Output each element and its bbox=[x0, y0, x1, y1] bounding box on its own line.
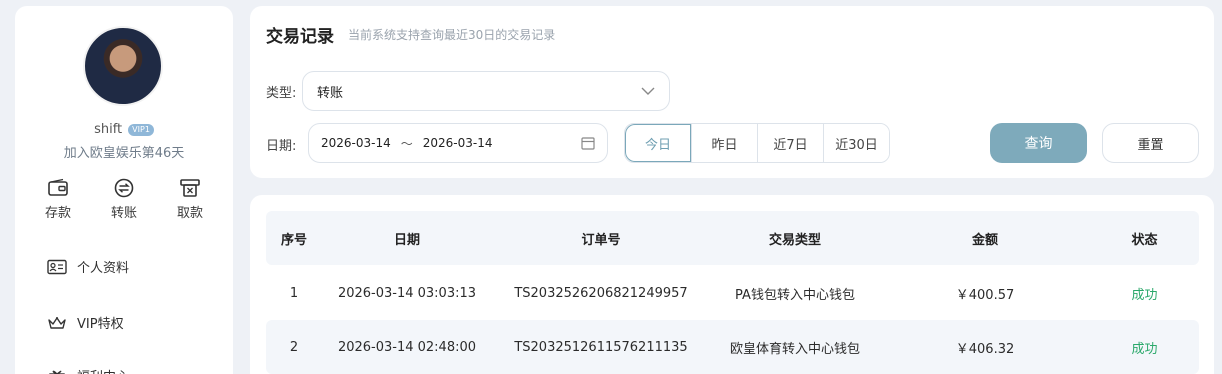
type-select-value: 转账 bbox=[317, 85, 344, 101]
vip-badge: VIP1 bbox=[128, 123, 154, 136]
table-row: 1 2026-03-14 03:03:13 TS2032526206821249… bbox=[266, 266, 1199, 320]
transactions-table: 序号 日期 订单号 交易类型 金额 状态 1 2026-03-14 03:03:… bbox=[250, 195, 1214, 374]
quick-date-yesterday[interactable]: 昨日 bbox=[691, 124, 757, 162]
cell-no: 1 bbox=[289, 285, 299, 301]
menu-label-profile: 个人资料 bbox=[77, 261, 130, 276]
id-card-icon bbox=[47, 259, 67, 274]
quick-date-group: 今日 昨日 近7日 近30日 bbox=[624, 123, 890, 163]
col-header-amount: 金额 bbox=[971, 232, 998, 248]
quick-date-today[interactable]: 今日 bbox=[625, 124, 691, 162]
cell-amount: ￥400.57 bbox=[955, 287, 1015, 303]
username-row: shift VIP1 bbox=[15, 122, 233, 137]
type-select[interactable]: 转账 bbox=[302, 71, 670, 111]
wallet-icon bbox=[48, 178, 68, 196]
deposit-label: 存款 bbox=[44, 206, 71, 221]
menu-item-profile[interactable]: 个人资料 bbox=[47, 257, 227, 276]
col-header-type: 交易类型 bbox=[768, 232, 821, 248]
page-title: 交易记录 bbox=[266, 27, 334, 47]
reset-button[interactable]: 重置 bbox=[1102, 123, 1199, 163]
menu-label-welfare: 福利中心 bbox=[77, 366, 129, 374]
page-subtitle: 当前系统支持查询最近30日的交易记录 bbox=[348, 28, 556, 42]
cell-type: PA钱包转入中心钱包 bbox=[735, 287, 855, 303]
col-header-no: 序号 bbox=[280, 232, 307, 248]
withdraw-label: 取款 bbox=[176, 206, 203, 221]
date-end[interactable]: 2026-03-14 bbox=[423, 136, 493, 150]
join-days-text: 加入欧皇娱乐第46天 bbox=[63, 146, 185, 161]
cell-no: 2 bbox=[289, 339, 299, 355]
col-header-date: 日期 bbox=[393, 232, 420, 248]
cell-order: TS2032512611576211135 bbox=[514, 339, 688, 355]
menu-label-vip: VIP特权 bbox=[77, 317, 124, 332]
cell-type: 欧皇体育转入中心钱包 bbox=[729, 341, 860, 357]
cell-date: 2026-03-14 02:48:00 bbox=[337, 339, 477, 355]
quick-date-7days[interactable]: 近7日 bbox=[757, 124, 823, 162]
gift-icon bbox=[49, 370, 65, 374]
date-start[interactable]: 2026-03-14 bbox=[321, 136, 391, 150]
withdraw-button[interactable]: 取款 bbox=[165, 178, 215, 221]
quick-actions: 存款 转账 取款 bbox=[15, 178, 233, 221]
table-row: 2 2026-03-14 02:48:00 TS2032512611576211… bbox=[266, 320, 1199, 374]
menu-item-welfare[interactable]: 福利中心 bbox=[47, 366, 227, 374]
table-header: 序号 日期 订单号 交易类型 金额 状态 bbox=[266, 211, 1199, 265]
cell-status: 成功 bbox=[1131, 341, 1158, 357]
transfer-button[interactable]: 转账 bbox=[99, 178, 149, 221]
date-range-picker[interactable]: 2026-03-14 ～ 2026-03-14 bbox=[308, 123, 608, 163]
avatar[interactable] bbox=[83, 26, 163, 106]
user-sidebar: shift VIP1 加入欧皇娱乐第46天 存款 转账 取款 个人资料 VIP特权… bbox=[15, 6, 233, 374]
transfer-label: 转账 bbox=[110, 206, 137, 221]
col-header-order: 订单号 bbox=[581, 232, 621, 248]
chevron-down-icon bbox=[641, 87, 655, 95]
cell-status: 成功 bbox=[1131, 287, 1158, 303]
type-label: 类型: bbox=[266, 86, 297, 101]
menu-item-vip[interactable]: VIP特权 bbox=[47, 313, 227, 332]
cell-date: 2026-03-14 03:03:13 bbox=[337, 285, 477, 301]
withdraw-icon bbox=[180, 179, 200, 197]
crown-icon bbox=[48, 316, 66, 329]
deposit-button[interactable]: 存款 bbox=[33, 178, 83, 221]
query-button[interactable]: 查询 bbox=[990, 123, 1087, 163]
col-header-status: 状态 bbox=[1131, 232, 1158, 248]
date-label: 日期: bbox=[266, 139, 297, 154]
date-separator: ～ bbox=[400, 136, 413, 151]
transfer-icon bbox=[114, 178, 134, 198]
username: shift bbox=[94, 122, 123, 137]
quick-date-30days[interactable]: 近30日 bbox=[823, 124, 889, 162]
filter-panel: 交易记录 当前系统支持查询最近30日的交易记录 类型: 转账 日期: 2026-… bbox=[250, 6, 1214, 178]
cell-amount: ￥406.32 bbox=[955, 341, 1015, 357]
cell-order: TS2032526206821249957 bbox=[514, 285, 688, 301]
calendar-icon bbox=[581, 137, 595, 150]
